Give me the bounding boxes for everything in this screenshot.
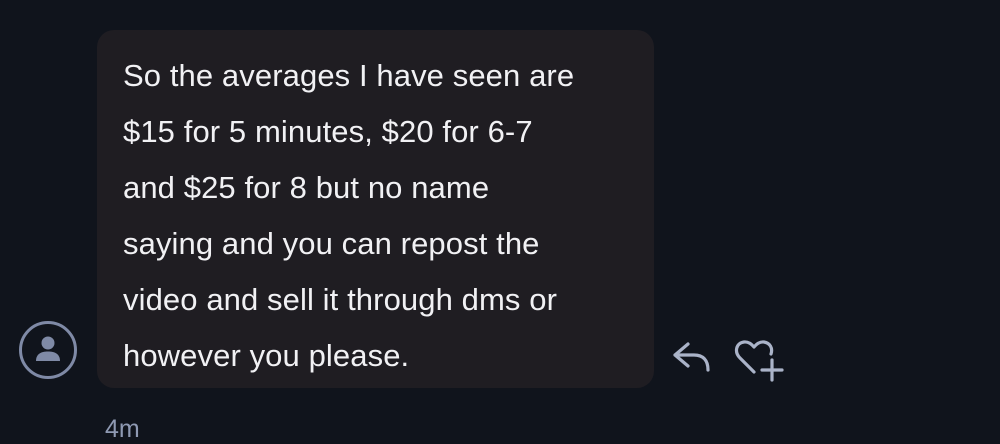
message-bubble[interactable]: So the averages I have seen are $15 for … (97, 30, 654, 388)
reply-arrow-icon (673, 342, 710, 372)
user-avatar-icon (36, 336, 60, 361)
message-text: So the averages I have seen are $15 for … (123, 58, 575, 373)
add-reaction-button[interactable] (732, 336, 788, 384)
heart-plus-icon (734, 340, 784, 382)
message-timestamp: 4m (105, 415, 140, 443)
reply-button[interactable] (670, 338, 714, 378)
chat-screen: So the averages I have seen are $15 for … (0, 0, 1000, 444)
avatar[interactable] (19, 321, 77, 379)
message-row: So the averages I have seen are $15 for … (0, 0, 1000, 444)
